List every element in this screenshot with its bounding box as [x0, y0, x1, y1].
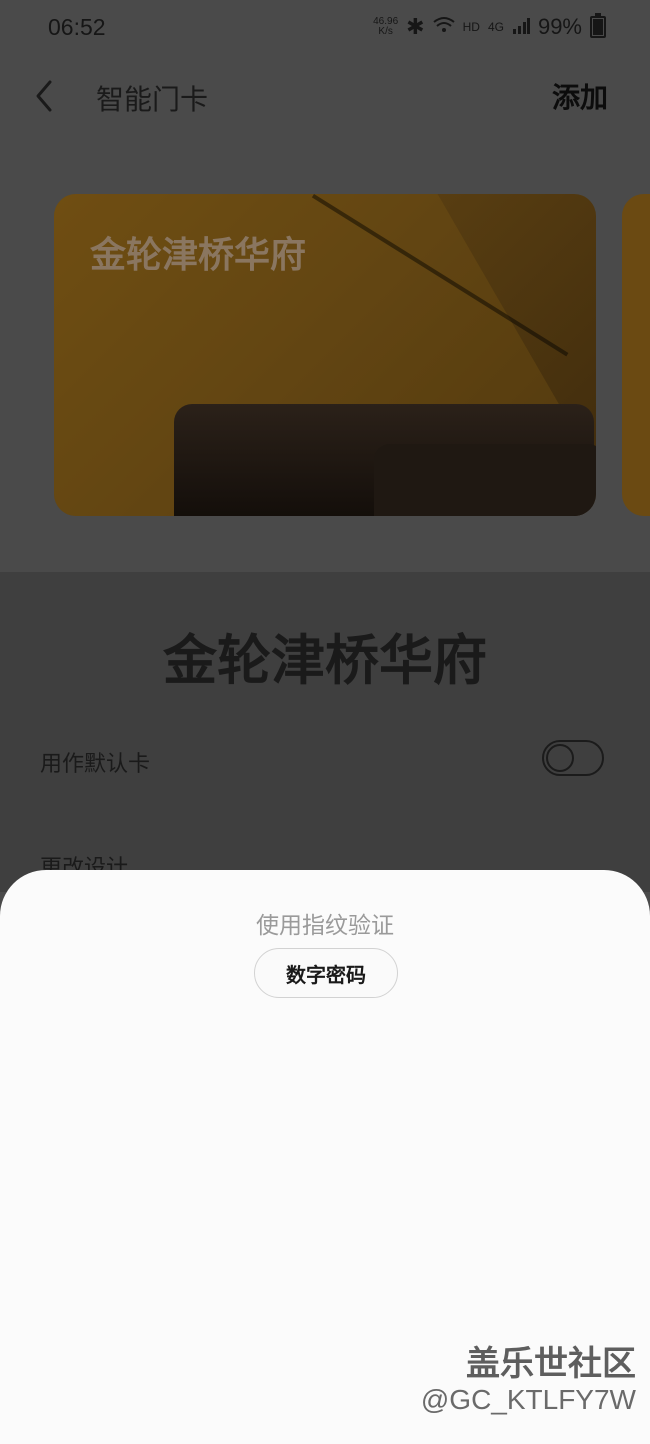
back-arrow-icon[interactable] — [30, 76, 60, 116]
card-title: 金轮津桥华府 — [163, 629, 487, 692]
battery-percent: 99% — [537, 14, 582, 39]
page-title: 智能门卡 — [96, 83, 209, 116]
pin-button[interactable]: 数字密码 — [254, 948, 398, 998]
add-button[interactable]: 添加 — [552, 76, 608, 116]
battery-icon — [590, 13, 606, 38]
clock: 06:52 — [48, 14, 106, 40]
network-speed: 46.96 K/s — [373, 16, 399, 37]
card-sofa-image-front — [374, 444, 596, 516]
hd-icon: HD — [462, 20, 480, 34]
app-header: 智能门卡 添加 — [0, 58, 650, 138]
fingerprint-prompt: 使用指纹验证 — [256, 913, 394, 939]
door-card[interactable]: 金轮津桥华府 — [54, 194, 596, 516]
toggle-knob — [546, 744, 574, 772]
card-details: 金轮津桥华府 用作默认卡 更改设计 — [0, 572, 650, 892]
card-name: 金轮津桥华府 — [90, 235, 307, 276]
watermark-community: 盖乐世社区 — [466, 1344, 636, 1384]
watermark-handle: @GC_KTLFY7W — [420, 1384, 636, 1415]
wifi-icon — [432, 15, 455, 40]
default-card-toggle[interactable] — [542, 740, 604, 776]
status-bar: 06:52 46.96 K/s ✱ HD 4G 99% — [0, 0, 650, 58]
status-icons: 46.96 K/s ✱ HD 4G 99% — [373, 13, 606, 40]
default-card-label: 用作默认卡 — [40, 752, 151, 777]
signal-type-icon: 4G — [487, 20, 504, 34]
signal-icon — [512, 15, 530, 40]
next-card-peek[interactable] — [622, 194, 650, 516]
bluetooth-icon: ✱ — [406, 14, 425, 40]
